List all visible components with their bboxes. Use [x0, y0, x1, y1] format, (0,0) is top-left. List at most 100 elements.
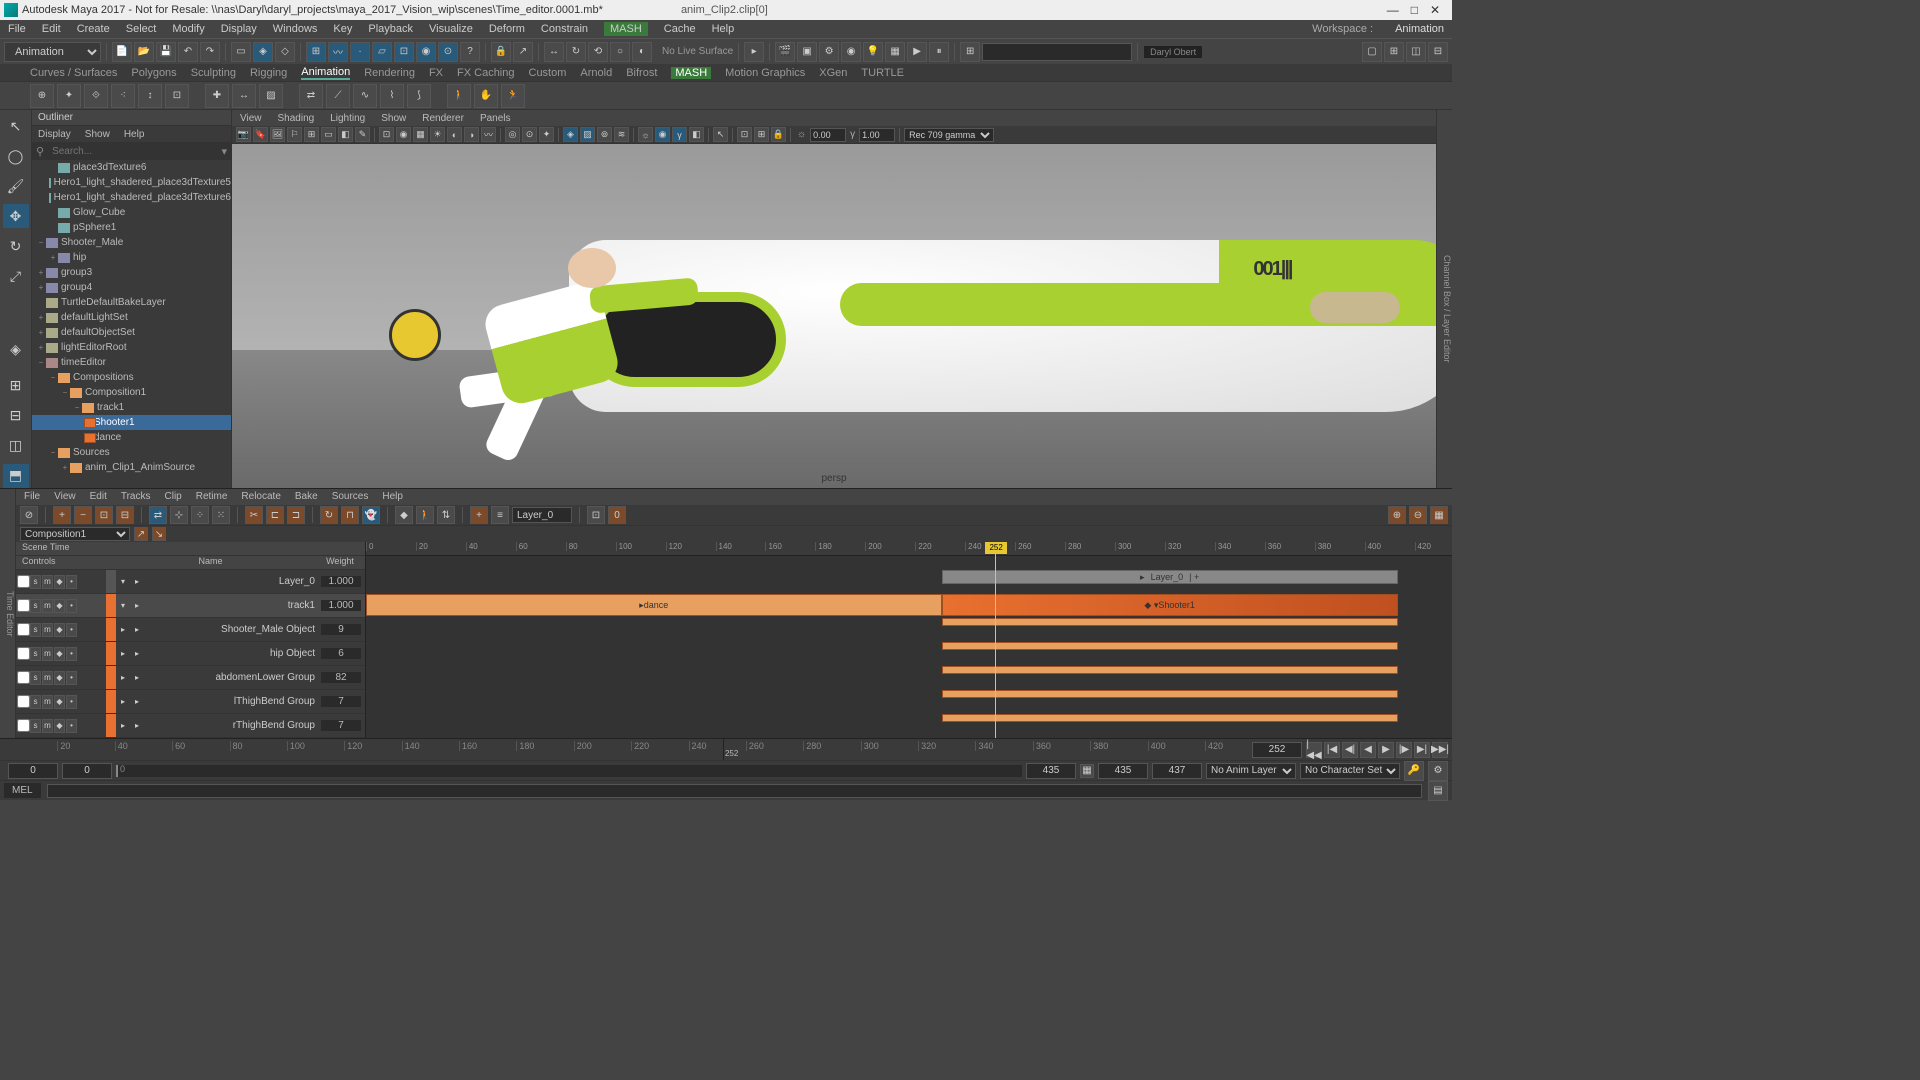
vp-image-icon[interactable]: 🖼 — [270, 127, 285, 142]
shelf-icon-4[interactable]: ⁖ — [111, 84, 135, 108]
menu-constrain[interactable]: Constrain — [541, 23, 588, 35]
te-magnet2-icon[interactable]: ⁙ — [212, 506, 230, 524]
te-menu-retime[interactable]: Retime — [196, 491, 228, 502]
vp-grid-icon[interactable]: ⊞ — [304, 127, 319, 142]
shelf-tab-bifrost[interactable]: Bifrost — [626, 67, 657, 79]
anim-layer-dropdown[interactable]: No Anim Layer — [1206, 763, 1296, 779]
step-forward-key-icon[interactable]: ▶| — [1414, 742, 1430, 758]
te-key-icon[interactable]: ◆ — [395, 506, 413, 524]
te-match-icon[interactable]: ⇅ — [437, 506, 455, 524]
outliner-item[interactable]: −Compositions — [32, 370, 231, 385]
snap-curve-icon[interactable]: 〰 — [328, 42, 348, 62]
te-relocator-icon[interactable]: 🚶 — [416, 506, 434, 524]
outliner-item[interactable]: pSphere1 — [32, 220, 231, 235]
script-editor-icon[interactable]: ▤ — [1428, 781, 1448, 801]
outliner-item[interactable]: +group3 — [32, 265, 231, 280]
te-add-track-icon[interactable]: + — [53, 506, 71, 524]
snap-grid-icon[interactable]: ⊞ — [306, 42, 326, 62]
menu-modify[interactable]: Modify — [172, 23, 204, 35]
outliner-item[interactable]: +defaultObjectSet — [32, 325, 231, 340]
command-input[interactable] — [47, 784, 1422, 798]
te-menu-help[interactable]: Help — [382, 491, 403, 502]
te-split-icon[interactable]: ✂ — [245, 506, 263, 524]
te-track-row[interactable]: sm◆• ▸ ▸ abdomenLower Group 82 — [16, 666, 365, 690]
menu-help[interactable]: Help — [712, 23, 735, 35]
shelf-tab-fx[interactable]: FX — [429, 67, 443, 79]
shelf-icon-6[interactable]: ⊡ — [165, 84, 189, 108]
te-snap-icon[interactable]: ⊹ — [170, 506, 188, 524]
vp-sel-icon[interactable]: ↖ — [713, 127, 728, 142]
layout-four-icon[interactable]: ⊞ — [1384, 42, 1404, 62]
vp-gate-icon[interactable]: ▭ — [321, 127, 336, 142]
snap-view-icon[interactable]: ⊡ — [394, 42, 414, 62]
shelf-tab-motiongraphics[interactable]: Motion Graphics — [725, 67, 805, 79]
menu-mash[interactable]: MASH — [604, 22, 648, 36]
select-tool[interactable]: ↖ — [3, 114, 29, 138]
vp-menu-shading[interactable]: Shading — [278, 113, 315, 124]
outliner-item[interactable]: +defaultLightSet — [32, 310, 231, 325]
range-end-3[interactable] — [1152, 763, 1202, 779]
vp-gamma-icon[interactable]: γ — [672, 127, 687, 142]
command-search-input[interactable] — [982, 43, 1132, 61]
shelf-icon-17[interactable]: 🏃 — [501, 84, 525, 108]
outliner-item[interactable]: Hero1_light_shadered_place3dTexture5 — [32, 175, 231, 190]
shelf-icon-5[interactable]: ↕ — [138, 84, 162, 108]
layout-preset-2[interactable]: ⊟ — [3, 404, 29, 428]
paint-tool[interactable]: 🖌 — [3, 174, 29, 198]
play-back-icon[interactable]: ◀ — [1360, 742, 1376, 758]
layer-0-header[interactable]: ▸ Layer_0 | + — [942, 570, 1398, 584]
outliner-item[interactable]: +group4 — [32, 280, 231, 295]
menu-edit[interactable]: Edit — [42, 23, 61, 35]
shelf-icon-7[interactable]: ✚ — [205, 84, 229, 108]
vp-tool-icon[interactable]: ✎ — [355, 127, 370, 142]
shelf-icon-3[interactable]: ⟐ — [84, 84, 108, 108]
menu-display[interactable]: Display — [221, 23, 257, 35]
shelf-icon-13[interactable]: ⌇ — [380, 84, 404, 108]
te-menu-edit[interactable]: Edit — [90, 491, 107, 502]
mel-label[interactable]: MEL — [4, 783, 41, 798]
scale-tool[interactable]: ⤢ — [3, 264, 29, 288]
vp-menu-lighting[interactable]: Lighting — [330, 113, 365, 124]
menu-playback[interactable]: Playback — [368, 23, 413, 35]
snap-toggle-icon[interactable]: ⊙ — [438, 42, 458, 62]
outliner-item[interactable]: −timeEditor — [32, 355, 231, 370]
te-trim-icon[interactable]: ⊏ — [266, 506, 284, 524]
move-tool[interactable]: ✥ — [3, 204, 29, 228]
clip-sub3[interactable] — [942, 666, 1398, 674]
select-mode-icon[interactable]: ▭ — [231, 42, 251, 62]
sym-off-icon[interactable]: ○ — [610, 42, 630, 62]
te-menu-relocate[interactable]: Relocate — [241, 491, 280, 502]
shelf-icon-15[interactable]: 🚶 — [447, 84, 471, 108]
outliner-search-input[interactable] — [48, 146, 217, 157]
shelf-tab-fxcaching[interactable]: FX Caching — [457, 67, 514, 79]
vp-col2-icon[interactable]: ◧ — [689, 127, 704, 142]
select-component-icon[interactable]: ◇ — [275, 42, 295, 62]
te-track-row[interactable]: sm◆• ▾ ▸ Layer_0 1.000 — [16, 570, 365, 594]
menu-key[interactable]: Key — [333, 23, 352, 35]
shelf-tab-polygons[interactable]: Polygons — [131, 67, 176, 79]
shelf-tab-xgen[interactable]: XGen — [819, 67, 847, 79]
menu-cache[interactable]: Cache — [664, 23, 696, 35]
goto-start-icon[interactable]: |◀◀ — [1306, 742, 1322, 758]
te-ghost-icon[interactable]: 👻 — [362, 506, 380, 524]
clip-dance[interactable]: ▸ dance — [366, 594, 942, 616]
range-slider-track[interactable]: 0 — [116, 765, 1022, 777]
dropdown-icon[interactable]: ▾ — [217, 145, 231, 158]
clip-sub2[interactable] — [942, 642, 1398, 650]
te-loop-icon[interactable]: ↻ — [320, 506, 338, 524]
history-icon[interactable]: ? — [460, 42, 480, 62]
undo-icon[interactable]: ↶ — [178, 42, 198, 62]
sym-z-icon[interactable]: ⟲ — [588, 42, 608, 62]
viewport-3d[interactable]: 001||| persp — [232, 144, 1436, 488]
step-back-key-icon[interactable]: |◀ — [1324, 742, 1340, 758]
te-export-icon[interactable]: ⊖ — [1409, 506, 1427, 524]
shelf-icon-2[interactable]: ✦ — [57, 84, 81, 108]
shelf-icon-12[interactable]: ∿ — [353, 84, 377, 108]
clip-sub5[interactable] — [942, 714, 1398, 722]
current-frame-input[interactable] — [1252, 742, 1302, 758]
te-scale-icon[interactable]: ⊐ — [287, 506, 305, 524]
vp-tex-icon[interactable]: ▦ — [413, 127, 428, 142]
shelf-tab-rigging[interactable]: Rigging — [250, 67, 287, 79]
save-scene-icon[interactable]: 💾 — [156, 42, 176, 62]
outliner-item[interactable]: −Sources — [32, 445, 231, 460]
